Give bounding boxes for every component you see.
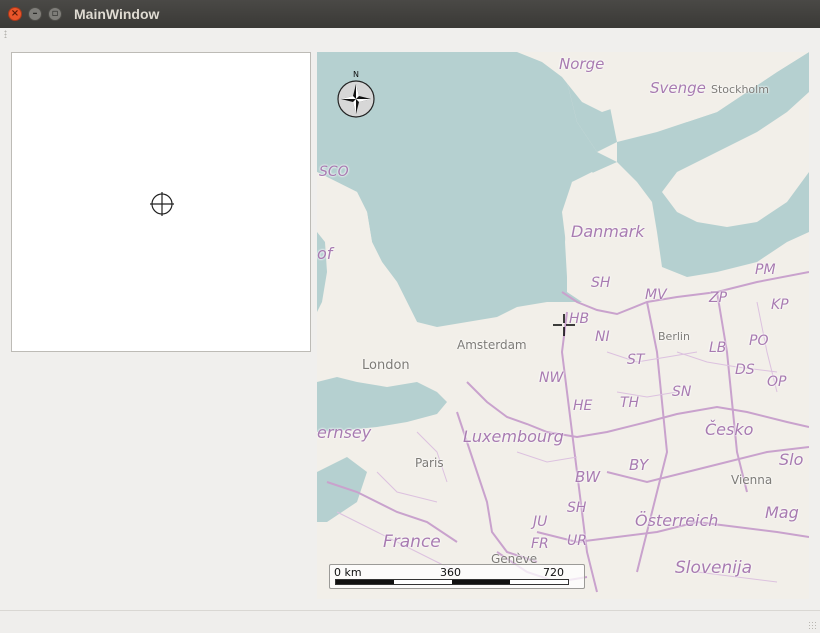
map-label-lb: LB bbox=[709, 340, 727, 356]
map-label-sco: SCO bbox=[319, 164, 349, 180]
map-label-osterreich: Österreich bbox=[635, 511, 719, 530]
map-label-ernsey: ernsey bbox=[317, 423, 372, 442]
status-bar bbox=[0, 610, 820, 633]
map-label-stockholm: Stockholm bbox=[711, 83, 769, 96]
minimize-icon: – bbox=[32, 8, 38, 19]
map-label-pm: PM bbox=[755, 262, 776, 278]
close-icon: × bbox=[10, 8, 20, 19]
compass-icon: N bbox=[337, 70, 377, 120]
scale-label-max: 720 bbox=[543, 566, 564, 579]
map-label-cesko: Česko bbox=[705, 420, 754, 439]
scale-label-0: 0 km bbox=[334, 566, 362, 579]
map-scale-bar: 0 km 360 720 bbox=[329, 564, 585, 589]
map-label-po: PO bbox=[749, 333, 769, 349]
title-bar: × – ▫ MainWindow bbox=[0, 0, 820, 28]
map-label-danmark: Danmark bbox=[571, 222, 645, 241]
scale-segment bbox=[336, 580, 394, 584]
compass-north-label: N bbox=[353, 70, 359, 79]
map-label-st: ST bbox=[627, 352, 645, 368]
map-label-svenge: Svenge bbox=[650, 79, 706, 97]
map-cursor-icon bbox=[553, 314, 575, 336]
map-label-ni: NI bbox=[595, 329, 610, 345]
scale-segment bbox=[452, 580, 510, 584]
map-label-vienna: Vienna bbox=[731, 473, 773, 487]
scale-label-mid: 360 bbox=[440, 566, 461, 579]
maximize-window-button[interactable]: ▫ bbox=[48, 7, 62, 21]
crosshair-icon bbox=[150, 192, 174, 216]
map-label-mv: MV bbox=[645, 287, 667, 303]
map-label-luxembourg: Luxembourg bbox=[463, 427, 564, 446]
map-label-norge: Norge bbox=[559, 55, 605, 73]
maximize-icon: ▫ bbox=[51, 8, 59, 19]
resize-grip-icon[interactable] bbox=[808, 621, 818, 631]
minimize-window-button[interactable]: – bbox=[28, 7, 42, 21]
map-label-slo: Slo bbox=[779, 450, 804, 469]
window-title: MainWindow bbox=[74, 6, 160, 22]
map-label-nw: NW bbox=[539, 370, 564, 386]
map-label-he: HE bbox=[573, 398, 593, 414]
map-label-paris: Paris bbox=[415, 456, 444, 470]
map-label-ds: DS bbox=[735, 362, 755, 378]
map-label-ur: UR bbox=[567, 533, 587, 549]
preview-panel[interactable] bbox=[11, 52, 311, 352]
map-label-slovenija: Slovenija bbox=[675, 558, 753, 578]
map-label-london: London bbox=[362, 358, 410, 373]
scale-track bbox=[335, 579, 569, 585]
map-label-fr: FR bbox=[531, 536, 549, 552]
map-label-berlin: Berlin bbox=[658, 330, 690, 343]
map-label-france: France bbox=[383, 532, 441, 552]
map-label-bw: BW bbox=[575, 468, 601, 486]
map-label-sh-south: SH bbox=[567, 500, 587, 516]
close-window-button[interactable]: × bbox=[8, 7, 22, 21]
map-label-zp: ZP bbox=[709, 290, 728, 306]
map-label-ju: JU bbox=[533, 514, 548, 530]
map-label-th: TH bbox=[620, 395, 640, 411]
map-label-sh-north: SH bbox=[591, 275, 611, 291]
toolbar-grip-icon[interactable] bbox=[4, 30, 7, 38]
map-view[interactable]: N Norge Svenge Stockholm SCO Danmark of … bbox=[317, 52, 809, 599]
map-label-op: OP bbox=[767, 374, 787, 390]
map-label-kp: KP bbox=[771, 297, 789, 313]
map-label-by: BY bbox=[629, 456, 649, 474]
map-label-mag: Mag bbox=[765, 503, 799, 522]
map-label-of: of bbox=[317, 244, 333, 263]
map-label-amsterdam: Amsterdam bbox=[457, 338, 527, 352]
map-label-sn: SN bbox=[672, 384, 692, 400]
